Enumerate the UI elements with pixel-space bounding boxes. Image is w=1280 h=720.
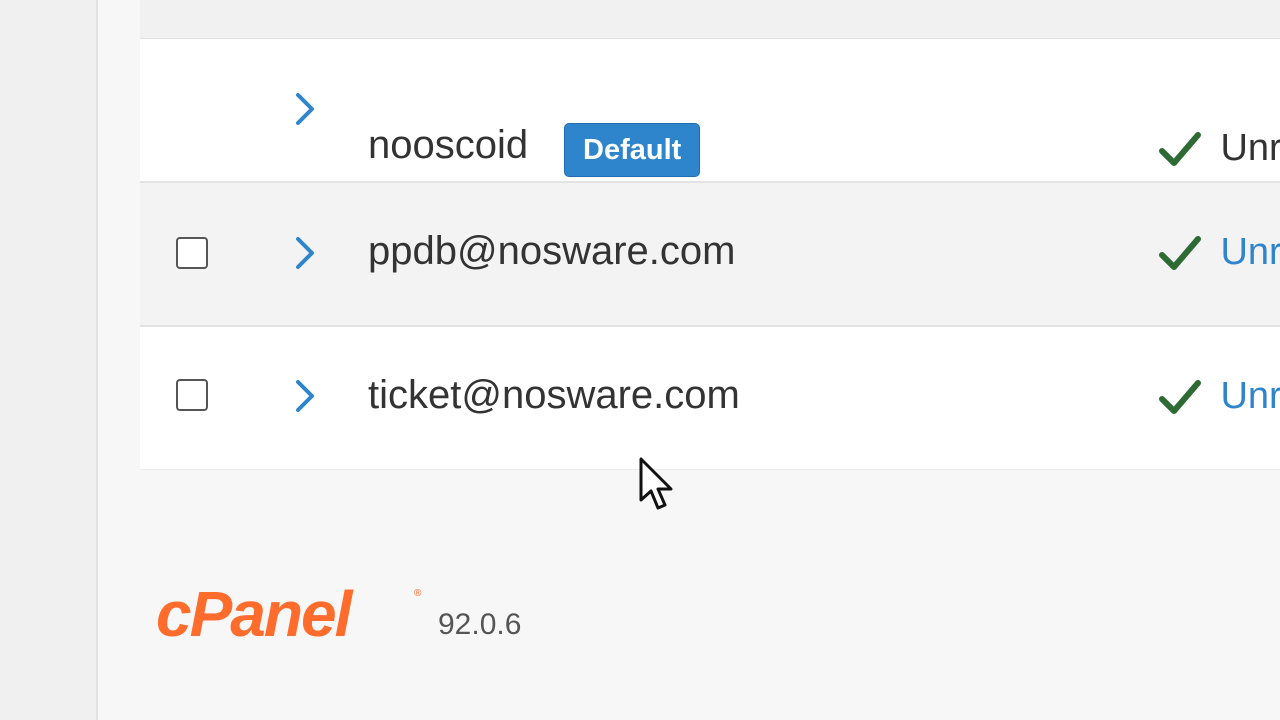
chevron-right-icon[interactable] [290,378,320,414]
status-cell: Unr [1158,231,1280,274]
mouse-cursor-icon [639,457,673,510]
table-row: nooscoid Default Unr [140,39,1280,183]
status-link[interactable]: Unr [1220,375,1280,418]
version-number: 92.0.6 [438,608,522,641]
status-cell: Unr [1158,375,1280,418]
svg-text:cPanel: cPanel [156,582,354,648]
default-badge: Default [564,123,701,177]
chevron-right-icon[interactable] [290,91,320,127]
email-accounts-table: nooscoid Default Unr ppdb@nosware.com Un… [140,0,1280,470]
row-select-checkbox[interactable] [176,237,208,269]
checkmark-icon [1159,379,1201,414]
account-name[interactable]: ppdb@nosware.com [368,227,735,275]
cpanel-logo[interactable]: cPanel ® [156,582,426,648]
table-row: ticket@nosware.com Unr [140,327,1280,470]
svg-text:®: ® [414,588,422,599]
left-sidebar [0,0,98,720]
account-name[interactable]: nooscoid [368,121,528,169]
status-label: Unr [1220,127,1280,169]
status-cell: Unr [1158,127,1280,170]
checkmark-icon [1159,131,1201,166]
status-link[interactable]: Unr [1220,231,1280,274]
table-header-strip [140,0,1280,39]
chevron-right-icon[interactable] [290,235,320,271]
table-row: ppdb@nosware.com Unr [140,183,1280,327]
main-content: nooscoid Default Unr ppdb@nosware.com Un… [98,0,1280,720]
row-select-checkbox[interactable] [176,379,208,411]
checkmark-icon [1159,235,1201,270]
account-name[interactable]: ticket@nosware.com [368,371,740,419]
